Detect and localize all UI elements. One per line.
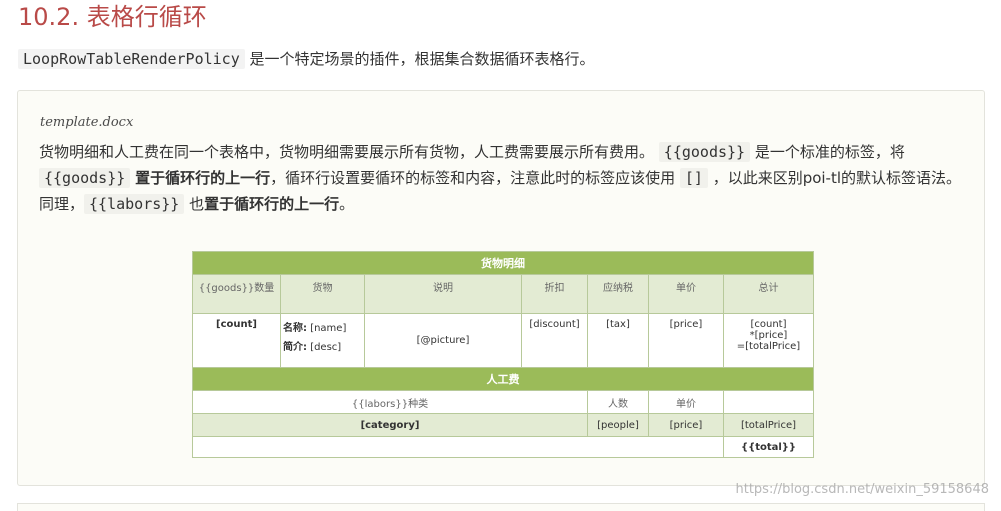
grand-total-empty bbox=[192, 436, 724, 458]
picture-cell: [@picture] bbox=[364, 313, 522, 368]
template-table: 货物明细 {{goods}}数量 货物 说明 折扣 应纳税 单价 总计 [cou… bbox=[192, 251, 814, 458]
grand-total-row: {{total}} bbox=[192, 436, 814, 458]
labor-header-cell: {{labors}}种类 bbox=[192, 390, 588, 414]
category-cell: [category] bbox=[192, 413, 588, 437]
goods-header-cell: 单价 bbox=[648, 274, 724, 314]
goods-header-row: {{goods}}数量 货物 说明 折扣 应纳税 单价 总计 bbox=[192, 274, 814, 314]
labor-price-cell: [price] bbox=[648, 413, 724, 437]
labor-total-cell: [totalPrice] bbox=[723, 413, 814, 437]
labor-header-cell: 单价 bbox=[648, 390, 724, 414]
example-panel: template.docx 货物明细和人工费在同一个表格中，货物明细需要展示所有… bbox=[17, 90, 985, 486]
intro-text: 是一个特定场景的插件，根据集合数据循环表格行。 bbox=[244, 50, 595, 68]
goods-header-cell: 货物 bbox=[280, 274, 365, 314]
goods-title-row: 货物明细 bbox=[192, 251, 814, 275]
total-line: *[price] bbox=[749, 330, 788, 341]
description-paragraph: 货物明细和人工费在同一个表格中，货物明细需要展示所有货物，人工费需要展示所有费用… bbox=[39, 139, 969, 217]
para-bold-1: 置于循环行的上一行 bbox=[135, 169, 271, 187]
labor-header-row: {{labors}}种类 人数 单价 bbox=[192, 390, 814, 414]
goods-header-cell: 应纳税 bbox=[587, 274, 649, 314]
labor-title-row: 人工费 bbox=[192, 367, 814, 391]
intro-code: LoopRowTableRenderPolicy bbox=[18, 49, 245, 69]
code-goods-2: {{goods}} bbox=[39, 168, 131, 188]
name-value: [name] bbox=[310, 323, 347, 334]
goods-header-cell: 说明 bbox=[364, 274, 522, 314]
total-line: =[totalPrice] bbox=[736, 341, 801, 352]
labor-loop-row: [category] [people] [price] [totalPrice] bbox=[192, 413, 814, 437]
tax-cell: [tax] bbox=[587, 313, 649, 368]
people-cell: [people] bbox=[587, 413, 649, 437]
goods-header-cell: 总计 bbox=[723, 274, 814, 314]
code-brackets: [] bbox=[679, 168, 708, 188]
count-cell: [count] bbox=[192, 313, 281, 368]
para-text-4: ，循环行设置要循环的标签和内容，注意此时的标签应该使用 bbox=[270, 169, 680, 187]
name-label: 名称: bbox=[283, 323, 307, 334]
para-bold-2: 置于循环行的上一行 bbox=[204, 195, 340, 213]
watermark: https://blog.csdn.net/weixin_59158648 bbox=[735, 482, 989, 497]
desc-label: 简介: bbox=[283, 342, 307, 353]
para-text-2: 是一个标准的标签，将 bbox=[750, 143, 905, 161]
goods-loop-row: [count] 名称: [name] 简介: [desc] [@picture]… bbox=[192, 313, 814, 368]
labor-title: 人工费 bbox=[192, 367, 814, 391]
code-goods: {{goods}} bbox=[658, 142, 751, 162]
discount-cell: [discount] bbox=[521, 313, 588, 368]
code-labors: {{labors}} bbox=[84, 194, 185, 214]
intro-paragraph: LoopRowTableRenderPolicy 是一个特定场景的插件，根据集合… bbox=[18, 46, 595, 72]
labor-header-empty bbox=[723, 390, 814, 414]
section-heading: 10.2. 表格行循环 bbox=[18, 3, 207, 31]
template-filename: template.docx bbox=[40, 115, 134, 130]
grand-total-cell: {{total}} bbox=[723, 436, 814, 458]
total-cell: [count] *[price] =[totalPrice] bbox=[723, 313, 814, 368]
goods-cell: 名称: [name] 简介: [desc] bbox=[280, 313, 365, 368]
desc-value: [desc] bbox=[310, 342, 342, 353]
goods-header-cell: {{goods}}数量 bbox=[192, 274, 281, 314]
total-line: [count] bbox=[750, 319, 787, 330]
goods-header-cell: 折扣 bbox=[521, 274, 588, 314]
para-text-6: 也 bbox=[184, 195, 205, 213]
price-cell: [price] bbox=[648, 313, 724, 368]
para-text-8: 。 bbox=[339, 195, 355, 213]
goods-title: 货物明细 bbox=[192, 251, 814, 275]
next-panel-edge bbox=[17, 503, 985, 511]
para-text-1: 货物明细和人工费在同一个表格中，货物明细需要展示所有货物，人工费需要展示所有费用… bbox=[39, 143, 655, 161]
labor-header-cell: 人数 bbox=[587, 390, 649, 414]
